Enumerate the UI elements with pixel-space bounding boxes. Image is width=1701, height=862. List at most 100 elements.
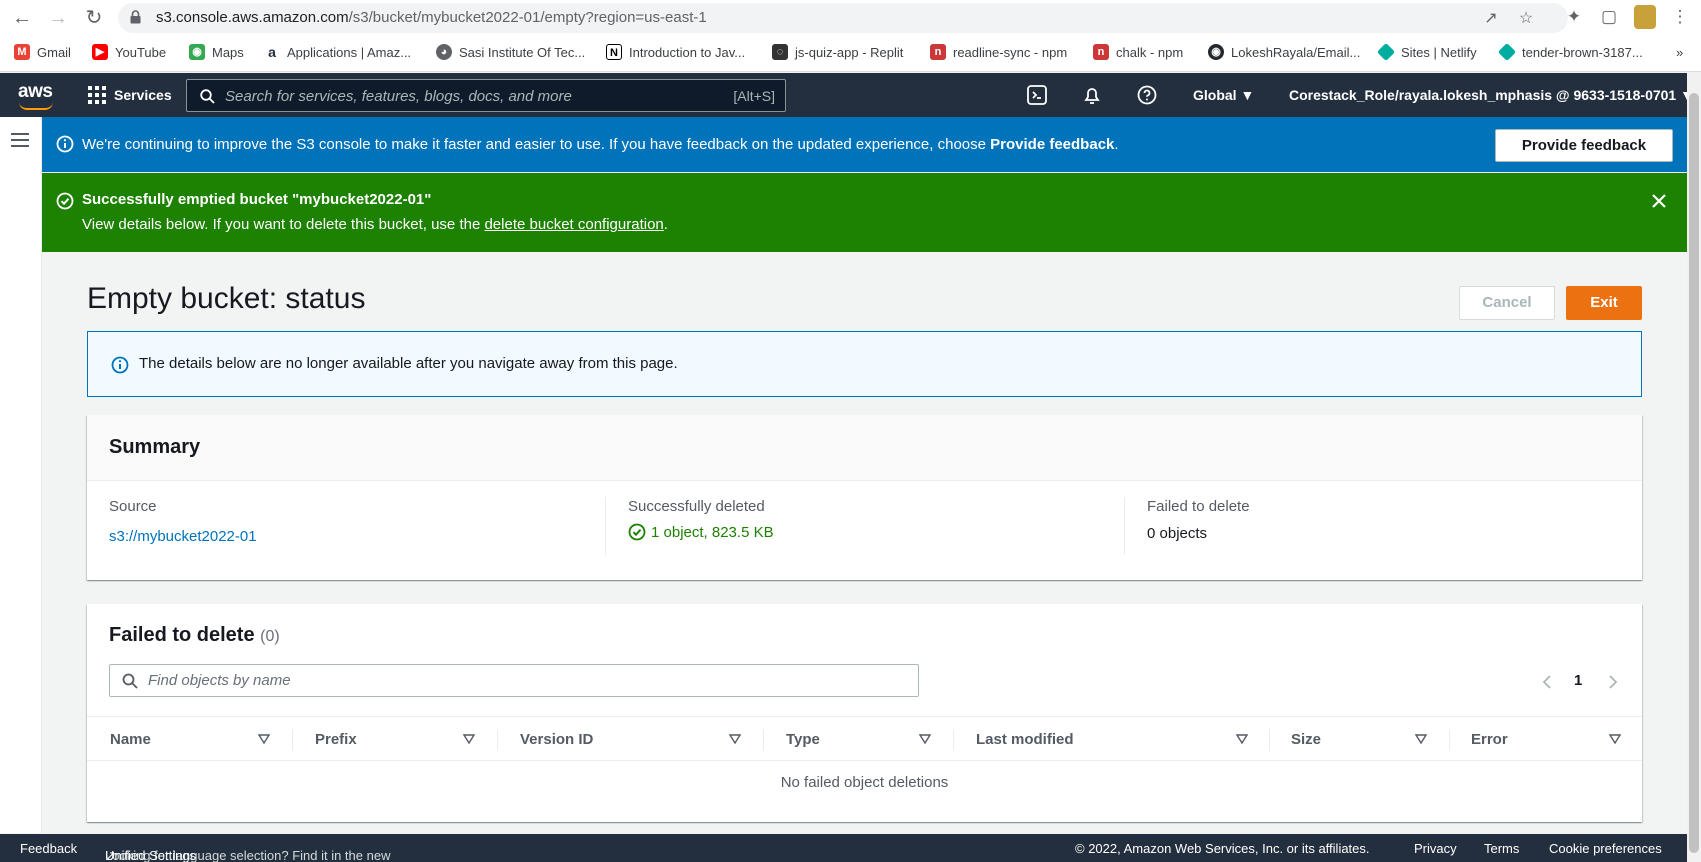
summary-header: Summary xyxy=(87,415,1642,481)
netlify-icon xyxy=(1497,42,1517,62)
forward-icon[interactable]: → xyxy=(44,4,72,32)
column-divider xyxy=(497,729,498,751)
chevron-left-icon[interactable] xyxy=(1541,674,1553,690)
footer-feedback-link[interactable]: Feedback xyxy=(20,841,77,856)
bookmark-replit[interactable]: ◌ js-quiz-app - Replit xyxy=(772,42,903,62)
bookmark-chalk[interactable]: n chalk - npm xyxy=(1093,42,1183,62)
menu-kebab-icon[interactable]: ⋮ xyxy=(1669,6,1691,28)
aws-search-input[interactable]: Search for services, features, blogs, do… xyxy=(186,79,786,112)
bookmark-sasi[interactable]: ◕ Sasi Institute Of Tec... xyxy=(436,42,585,62)
back-icon[interactable]: ← xyxy=(8,4,36,32)
unified-settings-link[interactable]: Unified Settings xyxy=(105,848,196,862)
bookmark-youtube[interactable]: ▶ YouTube xyxy=(92,42,166,62)
column-divider xyxy=(1124,497,1125,555)
hamburger-menu-icon[interactable] xyxy=(11,133,29,147)
column-divider xyxy=(763,729,764,751)
sort-icon[interactable] xyxy=(1609,734,1621,744)
npm-icon: n xyxy=(1093,44,1109,60)
column-divider xyxy=(292,729,293,751)
info-end: . xyxy=(1114,136,1119,153)
address-bar[interactable]: s3.console.aws.amazon.com/s3/bucket/mybu… xyxy=(118,3,1568,33)
url-text: s3.console.aws.amazon.com/s3/bucket/mybu… xyxy=(156,9,707,26)
bookmarks-bar: M Gmail ▶ YouTube ◉ Maps a Applications | Am… xyxy=(0,38,1701,66)
maps-icon: ◉ xyxy=(189,44,205,60)
bookmark-notion[interactable]: N Introduction to Jav... xyxy=(606,42,745,62)
failed-title-text: Failed to delete xyxy=(109,624,255,646)
youtube-icon: ▶ xyxy=(92,44,108,60)
search-placeholder: Search for services, features, blogs, do… xyxy=(225,88,572,105)
account-menu[interactable]: Corestack_Role/rayala.lokesh_mphasis @ 9… xyxy=(1289,87,1694,103)
table-header-row: Name Prefix Version ID Type Last modifie… xyxy=(87,716,1642,761)
find-objects-input[interactable]: Find objects by name xyxy=(109,664,919,697)
sort-icon[interactable] xyxy=(258,734,270,744)
column-name[interactable]: Name xyxy=(110,717,151,762)
footer-terms-link[interactable]: Terms xyxy=(1484,841,1519,856)
column-type[interactable]: Type xyxy=(786,717,820,762)
grid-icon xyxy=(88,86,106,104)
help-icon[interactable] xyxy=(1136,84,1158,106)
delete-bucket-configuration-link[interactable]: delete bucket configuration xyxy=(484,216,663,233)
aws-smile-icon xyxy=(19,102,53,110)
profile-avatar[interactable] xyxy=(1634,5,1656,29)
chevron-right-icon[interactable] xyxy=(1607,674,1619,690)
footer-privacy-link[interactable]: Privacy xyxy=(1414,841,1457,856)
failed-value: 0 objects xyxy=(1147,525,1208,542)
sort-icon[interactable] xyxy=(1236,734,1248,744)
search-shortcut: [Alt+S] xyxy=(733,88,775,104)
info-icon xyxy=(56,135,74,153)
side-panel-icon[interactable]: ▢ xyxy=(1598,6,1620,28)
column-error[interactable]: Error xyxy=(1471,717,1508,762)
info-banner-text: We're continuing to improve the S3 conso… xyxy=(82,136,1119,153)
column-divider xyxy=(953,729,954,751)
services-menu[interactable]: Services xyxy=(88,86,172,104)
exit-button[interactable]: Exit xyxy=(1566,286,1642,320)
bell-icon[interactable] xyxy=(1081,84,1103,106)
aws-logo[interactable]: aws xyxy=(18,81,53,110)
sort-icon[interactable] xyxy=(1415,734,1427,744)
star-icon[interactable]: ☆ xyxy=(1516,9,1536,29)
provide-feedback-button[interactable]: Provide feedback xyxy=(1495,129,1673,162)
bookmark-netlify[interactable]: Sites | Netlify xyxy=(1376,42,1477,62)
region-selector[interactable]: Global ▼ xyxy=(1193,87,1254,103)
alert-text: The details below are no longer availabl… xyxy=(139,355,678,372)
more-bookmarks-button[interactable]: » xyxy=(1676,42,1683,62)
url-path: /s3/bucket/mybucket2022-01/empty?region=… xyxy=(348,9,707,26)
column-version-id[interactable]: Version ID xyxy=(520,717,593,762)
scrollbar-thumb[interactable] xyxy=(1689,93,1699,853)
close-icon[interactable] xyxy=(1650,192,1668,210)
page-scrollbar[interactable] xyxy=(1687,73,1701,862)
cloudshell-icon[interactable] xyxy=(1026,84,1048,106)
sort-icon[interactable] xyxy=(919,734,931,744)
reload-icon[interactable]: ↻ xyxy=(80,4,108,32)
success-body: View details below. If you want to delet… xyxy=(82,216,668,233)
bookmark-tender-brown[interactable]: tender-brown-3187... xyxy=(1497,42,1643,62)
close-icon[interactable] xyxy=(1650,135,1668,153)
column-divider xyxy=(605,497,606,555)
caret-down-icon: ▼ xyxy=(1240,87,1255,103)
bookmark-maps[interactable]: ◉ Maps xyxy=(189,42,244,62)
footer-cookie-preferences-link[interactable]: Cookie preferences xyxy=(1549,841,1662,856)
source-bucket-link[interactable]: s3://mybucket2022-01 xyxy=(109,528,257,545)
sort-icon[interactable] xyxy=(463,734,475,744)
find-objects-placeholder: Find objects by name xyxy=(148,672,291,689)
column-prefix[interactable]: Prefix xyxy=(315,717,357,762)
bookmark-gmail[interactable]: M Gmail xyxy=(14,42,71,62)
search-icon xyxy=(122,673,138,689)
page-number[interactable]: 1 xyxy=(1574,672,1582,689)
external-link-icon: ↗ xyxy=(105,848,116,862)
cancel-button[interactable]: Cancel xyxy=(1459,286,1555,320)
bookmark-github[interactable]: ◉ LokeshRayala/Email... xyxy=(1208,42,1360,62)
bookmark-readline-sync[interactable]: n readline-sync - npm xyxy=(930,42,1067,62)
gmail-icon: M xyxy=(14,44,30,60)
bookmark-label: Sites | Netlify xyxy=(1401,44,1477,60)
bookmark-amazon[interactable]: a Applications | Amaz... xyxy=(264,42,411,62)
bookmark-label: chalk - npm xyxy=(1116,44,1184,60)
share-icon[interactable]: ↗ xyxy=(1481,9,1501,29)
info-bold: Provide feedback xyxy=(990,136,1115,153)
sort-icon[interactable] xyxy=(729,734,741,744)
deleted-count: 1 object, 823.5 KB xyxy=(651,523,774,541)
column-last-modified[interactable]: Last modified xyxy=(976,717,1074,762)
column-size[interactable]: Size xyxy=(1291,717,1321,762)
bookmark-label: tender-brown-3187... xyxy=(1522,44,1643,60)
extensions-icon[interactable]: ✦ xyxy=(1563,6,1585,28)
